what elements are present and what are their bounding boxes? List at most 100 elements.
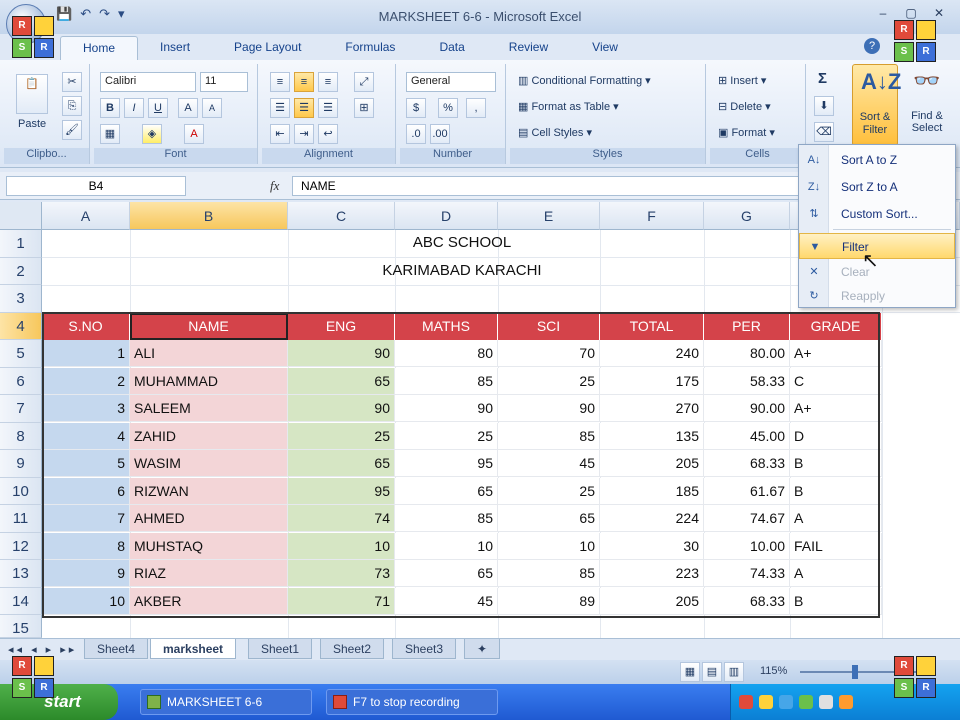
header-cell-sno[interactable]: S.NO	[42, 312, 130, 340]
sort-z-to-a-item[interactable]: Z↓ Sort Z to A	[799, 174, 955, 200]
sheet-tab-marksheet[interactable]: marksheet	[150, 639, 237, 659]
column-header-e[interactable]: E	[498, 202, 600, 230]
cell-maths[interactable]: 80	[395, 340, 498, 367]
font-color-button[interactable]: A	[184, 124, 204, 144]
cell-total[interactable]: 185	[600, 477, 704, 505]
cell-maths[interactable]: 25	[395, 422, 498, 450]
cell-maths[interactable]: 10	[395, 532, 498, 560]
cell-name[interactable]: RIZWAN	[130, 477, 288, 505]
currency-button[interactable]: $	[406, 98, 426, 118]
paste-icon[interactable]: 📋	[16, 74, 48, 114]
cell-sno[interactable]: 9	[42, 560, 130, 587]
column-header-b[interactable]: B	[130, 202, 288, 230]
cell-total[interactable]: 270	[600, 395, 704, 422]
row-header[interactable]: 1	[0, 230, 42, 258]
font-name-select[interactable]: Calibri	[100, 72, 196, 92]
sheet-tab-sheet4[interactable]: Sheet4	[84, 639, 149, 659]
format-as-table-button[interactable]: ▦ Format as Table ▾	[518, 100, 619, 113]
name-box[interactable]: B4	[6, 176, 186, 196]
cell-per[interactable]: 58.33	[704, 367, 790, 395]
sort-a-to-z-item[interactable]: A↓ Sort A to Z	[799, 147, 955, 173]
cell-eng[interactable]: 95	[288, 477, 395, 505]
cell-eng[interactable]: 71	[288, 587, 395, 615]
cell-name[interactable]: MUHAMMAD	[130, 367, 288, 395]
borders-icon[interactable]: ▦	[100, 124, 120, 144]
cell-name[interactable]: RIAZ	[130, 560, 288, 587]
percent-button[interactable]: %	[438, 98, 458, 118]
cell-per[interactable]: 68.33	[704, 587, 790, 615]
cell-sci[interactable]: 70	[498, 340, 600, 367]
paste-button[interactable]: Paste	[18, 118, 46, 130]
insert-function-icon[interactable]: fx	[270, 178, 279, 194]
row-header[interactable]: 14	[0, 587, 42, 615]
row-header[interactable]: 4	[0, 312, 42, 340]
cell-sci[interactable]: 85	[498, 560, 600, 587]
cell-per[interactable]: 90.00	[704, 395, 790, 422]
column-header-g[interactable]: G	[704, 202, 790, 230]
align-center-icon[interactable]: ☰	[294, 98, 314, 118]
cell-name[interactable]: AKBER	[130, 587, 288, 615]
tab-data[interactable]: Data	[417, 36, 486, 60]
cell-sno[interactable]: 10	[42, 587, 130, 615]
sort-filter-button[interactable]: A↓Z Sort & Filter	[852, 64, 901, 146]
align-middle-icon[interactable]: ≡	[294, 72, 314, 92]
cell-grade[interactable]: B	[790, 477, 882, 505]
cell-maths[interactable]: 85	[395, 505, 498, 532]
cell-grade[interactable]: B	[790, 450, 882, 477]
school-title[interactable]: ABC SCHOOL	[42, 234, 882, 251]
cell-total[interactable]: 205	[600, 587, 704, 615]
cell-grade[interactable]: D	[790, 422, 882, 450]
cell-sno[interactable]: 6	[42, 477, 130, 505]
cell-sci[interactable]: 89	[498, 587, 600, 615]
header-cell-total[interactable]: TOTAL	[600, 312, 704, 340]
cell-sci[interactable]: 10	[498, 532, 600, 560]
conditional-formatting-button[interactable]: ▥ Conditional Formatting ▾	[518, 74, 651, 87]
cell-maths[interactable]: 65	[395, 560, 498, 587]
cell-eng[interactable]: 65	[288, 367, 395, 395]
italic-button[interactable]: I	[124, 98, 144, 118]
column-header-c[interactable]: C	[288, 202, 395, 230]
column-header-d[interactable]: D	[395, 202, 498, 230]
font-size-select[interactable]: 11	[200, 72, 248, 92]
row-header[interactable]: 8	[0, 422, 42, 450]
cell-sno[interactable]: 2	[42, 367, 130, 395]
delete-cells-button[interactable]: ⊟ Delete ▾	[718, 100, 771, 113]
tray-icon[interactable]	[839, 695, 853, 709]
cell-grade[interactable]: A	[790, 505, 882, 532]
cell-per[interactable]: 74.33	[704, 560, 790, 587]
cell-eng[interactable]: 73	[288, 560, 395, 587]
cell-per[interactable]: 68.33	[704, 450, 790, 477]
align-left-icon[interactable]: ☰	[270, 98, 290, 118]
row-header[interactable]: 12	[0, 532, 42, 560]
cell-grade[interactable]: C	[790, 367, 882, 395]
cell-sno[interactable]: 4	[42, 422, 130, 450]
grow-font-button[interactable]: A	[178, 98, 198, 118]
decrease-indent-icon[interactable]: ⇤	[270, 124, 290, 144]
insert-cells-button[interactable]: ⊞ Insert ▾	[718, 74, 766, 87]
tray-icon[interactable]	[759, 695, 773, 709]
cell-name[interactable]: MUHSTAQ	[130, 532, 288, 560]
cell-per[interactable]: 10.00	[704, 532, 790, 560]
tray-icon[interactable]	[799, 695, 813, 709]
header-cell-per[interactable]: PER	[704, 312, 790, 340]
find-select-button[interactable]: 👓 Find & Select	[902, 68, 952, 148]
cell-eng[interactable]: 74	[288, 505, 395, 532]
align-right-icon[interactable]: ☰	[318, 98, 338, 118]
row-header[interactable]: 2	[0, 257, 42, 285]
zoom-level[interactable]: 115%	[760, 665, 787, 677]
fill-icon[interactable]: ⬇	[814, 96, 834, 116]
sheet-tab-sheet1[interactable]: Sheet1	[248, 639, 313, 659]
decrease-decimal-icon[interactable]: .00	[430, 124, 450, 144]
taskbar-item-excel[interactable]: MARKSHEET 6-6	[140, 689, 312, 715]
row-header[interactable]: 11	[0, 505, 42, 533]
cell-maths[interactable]: 65	[395, 477, 498, 505]
cell-eng[interactable]: 90	[288, 395, 395, 422]
align-bottom-icon[interactable]: ≡	[318, 72, 338, 92]
cell-name[interactable]: AHMED	[130, 505, 288, 532]
tab-home[interactable]: Home	[60, 36, 139, 60]
orientation-icon[interactable]: ⤢	[354, 72, 374, 92]
autosum-button[interactable]: Σ	[818, 70, 827, 87]
cell-sno[interactable]: 3	[42, 395, 130, 422]
tray-icon[interactable]	[819, 695, 833, 709]
cell-total[interactable]: 240	[600, 340, 704, 367]
